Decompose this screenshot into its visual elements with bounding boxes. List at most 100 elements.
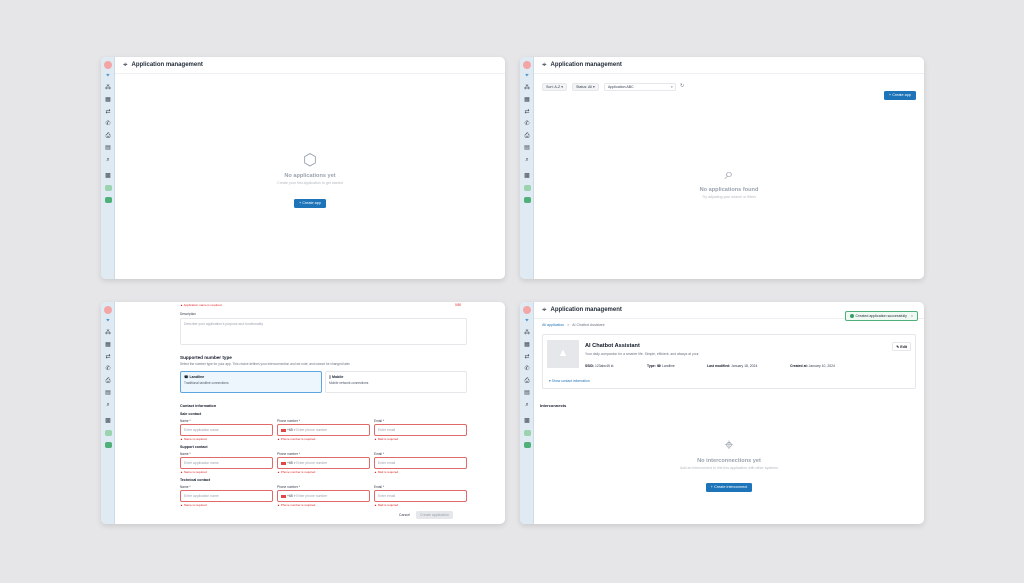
created-meta: Created at: January 10, 2024 [790,364,835,368]
transfer-icon[interactable]: ⇄ [104,354,112,360]
zoom-icon[interactable]: ⌕ [104,402,112,408]
create-application-button[interactable]: Create application [416,511,453,519]
printer-icon[interactable]: ⎙ [104,133,112,139]
panel-empty-apps: ⌖ ⁂ ▦ ⇄ ✆ ⎙ ▤ ⌕ ▩ ⌖ Application manageme… [101,57,505,279]
modified-meta: Last modified: January 18, 2024 [707,364,757,368]
technical-email-input[interactable]: Enter email [374,490,467,502]
support-name-input[interactable]: Enter application name [180,457,273,469]
apps-grid-icon[interactable]: ▩ [523,418,531,424]
option-mobile[interactable]: ▯ Mobile Mobile network connections [325,371,467,393]
close-icon[interactable]: × [911,314,913,318]
dashboard-icon[interactable]: ▦ [523,97,531,103]
name-label: Name * [180,485,191,489]
nodes-icon[interactable]: ⁂ [104,330,112,336]
sale-email-input[interactable]: Enter email [374,424,467,436]
name-error: ▲ Name is required [180,437,207,441]
technical-phone-input[interactable]: +65 ▾ Enter phone number [277,490,370,502]
error-text: Phone number is required [280,470,316,474]
chart-icon[interactable] [104,430,112,436]
apps-grid-icon[interactable]: ▩ [104,418,112,424]
error-text: Name is required [183,437,207,441]
avatar[interactable] [523,61,531,69]
avatar[interactable] [104,306,112,314]
error-text: Phone number is required [280,437,316,441]
copy-icon[interactable]: ⧉ [611,364,613,368]
chevron-down-icon: ▾ [561,85,563,89]
error-text: Mail is required [377,470,399,474]
email-error: ▲ Mail is required [374,503,399,507]
message-icon[interactable] [523,197,531,203]
printer-icon[interactable]: ⎙ [523,378,531,384]
create-app-button[interactable]: + Create app [883,90,916,101]
nodes-icon[interactable]: ⁂ [523,330,531,336]
printer-icon[interactable]: ⎙ [104,378,112,384]
dashboard-icon[interactable]: ▦ [104,342,112,348]
support-email-input[interactable]: Enter email [374,457,467,469]
avatar[interactable] [104,61,112,69]
create-app-label: Create app [892,93,911,97]
transfer-icon[interactable]: ⇄ [523,109,531,115]
app-thumbnail: ▲ [547,340,579,368]
email-error: ▲ Mail is required [374,437,399,441]
landline-title: Landline [189,375,205,379]
apps-grid-icon[interactable]: ▩ [104,173,112,179]
option-landline[interactable]: ☎ Landline Traditional landline connecti… [180,371,322,393]
phone-icon[interactable]: ✆ [523,366,531,372]
refresh-icon[interactable]: ↻ [680,83,684,89]
show-contact-toggle[interactable]: ▾ Show contact information [549,379,590,383]
search-input[interactable]: Application ABC ⌕ [604,83,676,91]
network-icon[interactable]: ⌖ [523,318,531,324]
status-label: Status: All [576,85,592,89]
zoom-icon[interactable]: ⌕ [523,402,531,408]
avatar[interactable] [523,306,531,314]
phone-icon[interactable]: ✆ [104,366,112,372]
main-content: ⬡ No applications yet Create your first … [115,74,505,279]
network-icon: ⌖ [724,437,734,454]
dashboard-icon[interactable]: ▦ [104,97,112,103]
sale-phone-input[interactable]: +65 ▾ Enter phone number [277,424,370,436]
support-contact-title: Support contact [180,445,208,449]
page-title: Application management [550,62,622,68]
edit-button[interactable]: ✎ Edit [892,342,911,351]
chart-icon[interactable] [523,430,531,436]
chart-icon[interactable] [104,185,112,191]
nodes-icon[interactable]: ⁂ [523,85,531,91]
description-placeholder: Describe your application's purpose and … [184,322,264,326]
chart-icon[interactable] [523,185,531,191]
image-icon: ▲ [557,347,569,359]
message-icon[interactable] [104,197,112,203]
phone-icon[interactable]: ✆ [104,121,112,127]
create-app-button[interactable]: + Create app [293,198,327,209]
sort-dropdown[interactable]: Sort: A-Z ▾ [542,83,567,91]
search-icon: ⌕ [724,166,734,183]
sale-name-input[interactable]: Enter application name [180,424,273,436]
message-icon[interactable] [104,442,112,448]
support-phone-input[interactable]: +65 ▾ Enter phone number [277,457,370,469]
fax-icon[interactable]: ▤ [104,390,112,396]
placeholder: Enter email [378,494,396,498]
network-icon[interactable]: ⌖ [104,73,112,79]
fax-icon[interactable]: ▤ [523,145,531,151]
fax-icon[interactable]: ▤ [523,390,531,396]
network-icon[interactable]: ⌖ [104,318,112,324]
transfer-icon[interactable]: ⇄ [104,109,112,115]
zoom-icon[interactable]: ⌕ [523,157,531,163]
phone-icon[interactable]: ✆ [523,121,531,127]
error-text: Mail is required [377,503,399,507]
breadcrumb-root[interactable]: All application [542,323,564,327]
dashboard-icon[interactable]: ▦ [523,342,531,348]
status-dropdown[interactable]: Status: All ▾ [572,83,599,91]
technical-name-input[interactable]: Enter application name [180,490,273,502]
printer-icon[interactable]: ⎙ [523,133,531,139]
name-label: Name * [180,452,191,456]
transfer-icon[interactable]: ⇄ [523,354,531,360]
create-interconnect-button[interactable]: + Create interconnect [705,482,753,493]
cancel-button[interactable]: Cancel [399,513,410,517]
apps-grid-icon[interactable]: ▩ [523,173,531,179]
network-icon[interactable]: ⌖ [523,73,531,79]
description-textarea[interactable]: Describe your application's purpose and … [180,318,467,345]
zoom-icon[interactable]: ⌕ [104,157,112,163]
message-icon[interactable] [523,442,531,448]
nodes-icon[interactable]: ⁂ [104,85,112,91]
fax-icon[interactable]: ▤ [104,145,112,151]
